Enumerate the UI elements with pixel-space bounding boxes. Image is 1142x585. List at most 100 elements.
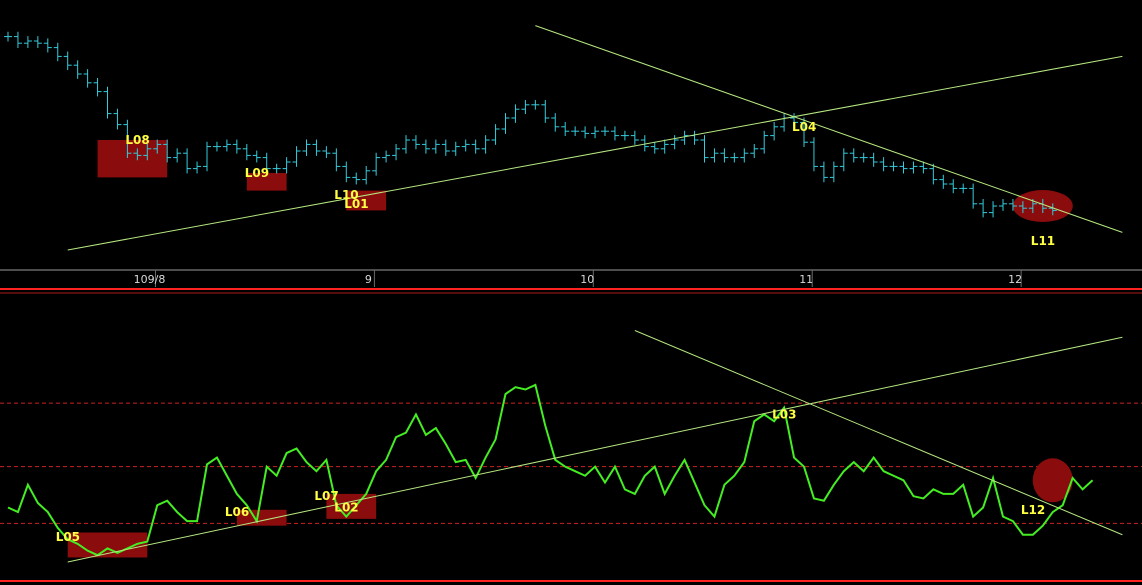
axis-tick-label: 109/8	[134, 273, 166, 286]
price-bar	[342, 161, 351, 183]
axis-tick-label: 9	[365, 273, 372, 286]
price-bar	[252, 150, 261, 163]
price-bar	[362, 165, 371, 185]
price-bar	[292, 146, 301, 167]
price-bar	[23, 36, 32, 49]
price-bar	[232, 139, 241, 154]
price-bar	[431, 139, 440, 154]
oscillator-trendline	[67, 336, 1123, 563]
oscillator-trendline	[634, 329, 1123, 536]
price-bar	[660, 139, 669, 154]
price-bar	[53, 42, 62, 62]
price-bar	[441, 139, 450, 156]
price-bar	[322, 146, 331, 159]
price-bar	[571, 126, 580, 137]
price-bar	[620, 130, 629, 141]
price-bar	[302, 139, 311, 156]
price-bar	[869, 152, 878, 167]
axis-tick-label: 10	[580, 273, 594, 286]
price-bar	[282, 157, 291, 174]
stock-chart: L08L09L10L01L04L11 109/8 9 10 11 12 L05L06L0…	[0, 25, 1142, 582]
price-bar	[372, 152, 381, 176]
price-bar	[183, 148, 192, 174]
price-bar	[969, 183, 978, 209]
price-bar	[859, 152, 868, 163]
price-bar	[720, 148, 729, 163]
price-panel: L08L09L10L01L04L11	[4, 25, 1123, 251]
oscillator-annotation-label: L05	[56, 530, 80, 544]
price-bar	[780, 113, 789, 132]
price-bar	[770, 121, 779, 141]
price-bar	[222, 139, 231, 152]
price-bar	[700, 135, 709, 163]
price-bar	[849, 148, 858, 163]
oscillator-annotation-label: L06	[225, 505, 249, 519]
price-bar	[551, 113, 560, 132]
oscillator-annotation-label: L12	[1021, 503, 1045, 517]
price-bar	[73, 60, 82, 79]
price-annotation-label: L09	[245, 166, 269, 180]
price-bar	[411, 135, 420, 150]
price-bar	[750, 143, 759, 159]
price-bar	[999, 198, 1007, 211]
price-bar	[272, 163, 281, 174]
price-bar	[879, 157, 888, 172]
price-bar	[670, 135, 679, 150]
price-bar	[959, 183, 968, 194]
price-bar	[541, 99, 550, 123]
price-bar	[740, 148, 749, 163]
price-bar	[43, 38, 52, 53]
price-bar	[949, 179, 958, 194]
price-bar	[730, 152, 739, 163]
price-bar	[451, 141, 460, 156]
oscillator-annotation-label: L02	[334, 501, 358, 515]
price-bar	[491, 124, 500, 145]
price-bar	[471, 139, 480, 154]
price-bar	[63, 51, 72, 71]
price-bar	[312, 139, 321, 156]
price-bar	[690, 130, 699, 145]
price-annotation-label: L01	[344, 197, 368, 211]
price-bar	[581, 126, 590, 139]
price-bar	[819, 161, 828, 183]
price-bar	[601, 126, 609, 137]
price-bar	[939, 174, 948, 189]
price-bar	[760, 130, 769, 154]
price-bar	[511, 104, 520, 123]
axis-tick-label: 11	[799, 273, 813, 286]
price-bar	[680, 130, 689, 145]
price-annotation-label: L11	[1031, 234, 1055, 248]
price-bar	[591, 126, 600, 139]
price-bar	[461, 139, 470, 152]
price-bar	[521, 99, 530, 115]
price-bar	[212, 141, 221, 152]
price-bar	[650, 141, 659, 154]
price-bar	[889, 161, 898, 172]
price-bar	[352, 172, 361, 185]
price-bar	[13, 31, 22, 49]
price-bar	[561, 121, 570, 137]
axis-tick-label: 12	[1008, 273, 1022, 286]
price-bar	[382, 150, 391, 163]
price-bar	[392, 143, 401, 161]
price-bar	[332, 148, 341, 172]
price-bar	[899, 161, 908, 174]
price-bar	[113, 108, 122, 130]
price-bar	[242, 143, 251, 161]
price-trendline	[535, 25, 1123, 233]
price-bar	[421, 139, 430, 154]
price-bar	[809, 137, 818, 172]
price-bar	[93, 77, 102, 97]
price-bar	[610, 126, 619, 141]
price-bar	[203, 141, 211, 172]
oscillator-annotation-label: L03	[772, 407, 796, 421]
price-bar	[173, 148, 182, 163]
price-bar	[402, 135, 410, 154]
price-bar	[501, 113, 510, 134]
price-bar	[989, 201, 998, 218]
price-bar	[193, 161, 202, 174]
price-annotation-label: L04	[792, 120, 816, 134]
price-bar	[83, 69, 92, 88]
price-bar	[630, 130, 639, 145]
price-bar	[531, 99, 540, 110]
